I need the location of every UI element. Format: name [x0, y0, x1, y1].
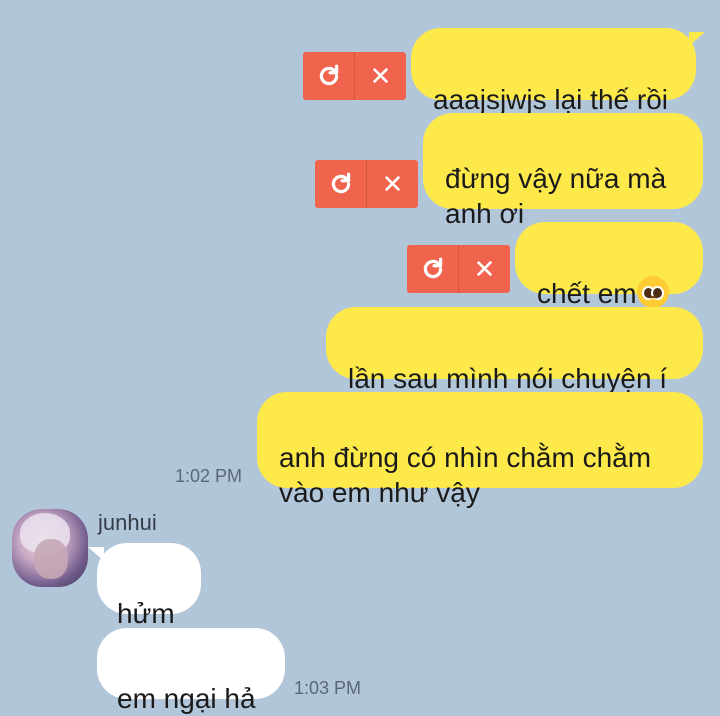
outgoing-message[interactable]: anh đừng có nhìn chằm chằm vào em như vậ… — [257, 392, 703, 508]
message-text: anh đừng có nhìn chằm chằm vào em như vậ… — [279, 442, 652, 508]
avatar-face — [34, 539, 68, 579]
sender-name: junhui — [98, 510, 157, 535]
close-icon[interactable]: ✕ — [354, 52, 406, 100]
outgoing-message[interactable]: chết em — [515, 222, 703, 309]
retry-icon[interactable] — [303, 52, 354, 100]
message-text: lần sau mình nói chuyện í — [348, 363, 668, 394]
message-text: đừng vậy nữa mà anh ơi — [445, 163, 667, 229]
message-text: hửm — [117, 598, 175, 629]
pleading-face-emoji — [636, 276, 669, 308]
failed-message-actions: ✕ — [315, 160, 418, 208]
outgoing-message[interactable]: đừng vậy nữa mà anh ơi — [423, 113, 703, 229]
avatar[interactable] — [12, 509, 88, 587]
message-text: chết em — [537, 278, 637, 309]
close-icon[interactable]: ✕ — [366, 160, 418, 208]
failed-message-actions: ✕ — [407, 245, 510, 293]
message-timestamp: 1:02 PM — [175, 466, 243, 486]
close-icon[interactable]: ✕ — [458, 245, 510, 293]
message-text: em ngại hả — [117, 683, 256, 714]
incoming-message[interactable]: hửm — [88, 543, 201, 629]
retry-icon[interactable] — [407, 245, 458, 293]
message-timestamp: 1:03 PM — [294, 678, 362, 698]
outgoing-message[interactable]: lần sau mình nói chuyện í — [326, 307, 703, 394]
retry-icon[interactable] — [315, 160, 366, 208]
failed-message-actions: ✕ — [303, 52, 406, 100]
outgoing-message[interactable]: aaajsjwjs lại thế rồi — [411, 28, 705, 115]
message-text: aaajsjwjs lại thế rồi — [433, 84, 668, 115]
incoming-message[interactable]: em ngại hả — [97, 628, 285, 714]
